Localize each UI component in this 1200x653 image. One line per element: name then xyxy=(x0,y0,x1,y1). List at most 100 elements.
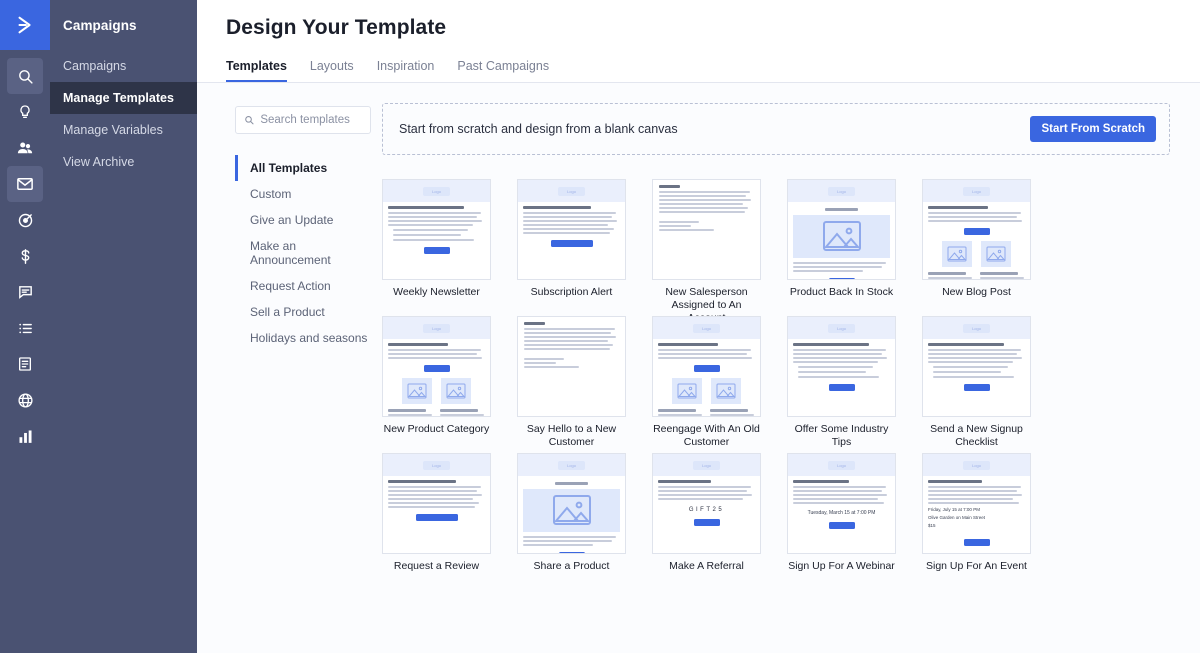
thumb-image-left xyxy=(672,378,702,404)
thumb-logo-block: Logo xyxy=(923,317,1030,339)
thumb-event-date: Friday, July 15 at 7:00 PM xyxy=(928,506,1025,513)
search-input[interactable] xyxy=(260,114,362,126)
templates-panel: Start from scratch and design from a bla… xyxy=(372,83,1200,653)
thumb-logo-label: Logo xyxy=(963,461,990,470)
search-icon xyxy=(244,114,254,126)
nav-item-campaigns[interactable]: Campaigns xyxy=(50,50,197,82)
template-thumbnail[interactable]: Logo xyxy=(787,179,896,280)
template-thumbnail[interactable] xyxy=(652,179,761,280)
template-card[interactable]: Say Hello to a New Customer xyxy=(517,316,626,453)
tab-inspiration[interactable]: Inspiration xyxy=(377,59,435,82)
template-thumbnail[interactable]: Logo xyxy=(787,316,896,417)
template-thumbnail[interactable]: Logo xyxy=(382,316,491,417)
category-list: All Templates Custom Give an Update Make… xyxy=(235,155,372,351)
thumb-logo-block: Logo xyxy=(518,180,625,202)
template-thumbnail[interactable] xyxy=(517,316,626,417)
template-card-label: Request a Review xyxy=(382,560,491,590)
thumb-logo-label: Logo xyxy=(423,324,450,333)
template-thumbnail[interactable]: Logo xyxy=(652,316,761,417)
thumb-image-left xyxy=(402,378,432,404)
template-card[interactable]: Logo Weekly Newsletter xyxy=(382,179,491,316)
thumb-logo-label: Logo xyxy=(828,461,855,470)
chevron-logo-icon xyxy=(14,14,36,36)
app-root: Campaigns Campaigns Manage Templates Man… xyxy=(0,0,1200,653)
category-sell-a-product[interactable]: Sell a Product xyxy=(235,299,372,325)
thumb-logo-block: Logo xyxy=(788,180,895,202)
thumb-cta-button xyxy=(551,240,593,247)
template-card[interactable]: Logo New Product Category xyxy=(382,316,491,453)
tab-bar: Templates Layouts Inspiration Past Campa… xyxy=(197,40,1200,83)
template-card-label: Product Back In Stock xyxy=(787,286,896,316)
template-thumbnail[interactable]: Logo xyxy=(922,179,1031,280)
template-thumbnail[interactable]: Logo Friday, July 15 at 7:00 PM Olive Ga… xyxy=(922,453,1031,554)
dollar-icon[interactable] xyxy=(7,238,43,274)
start-from-scratch-banner: Start from scratch and design from a bla… xyxy=(382,103,1170,155)
nav-item-manage-templates[interactable]: Manage Templates xyxy=(50,82,197,114)
thumb-logo-label: Logo xyxy=(693,324,720,333)
tab-templates[interactable]: Templates xyxy=(226,59,287,82)
tab-past-campaigns[interactable]: Past Campaigns xyxy=(457,59,549,82)
category-holidays-and-seasons[interactable]: Holidays and seasons xyxy=(235,325,372,351)
thumb-logo-block: Logo xyxy=(383,317,490,339)
category-give-an-update[interactable]: Give an Update xyxy=(235,207,372,233)
template-card[interactable]: Logo Tuesday, March 15 at 7:00 PM Sign U… xyxy=(787,453,896,590)
template-card[interactable]: Logo Share a Product xyxy=(517,453,626,590)
nav-item-view-archive[interactable]: View Archive xyxy=(50,146,197,178)
target-icon[interactable] xyxy=(7,202,43,238)
template-card[interactable]: New Salesperson Assigned to An Account xyxy=(652,179,761,316)
template-card-label: New Salesperson Assigned to An Account xyxy=(652,286,761,316)
globe-icon[interactable] xyxy=(7,382,43,418)
thumb-cta-button xyxy=(829,384,855,391)
page-header: Design Your Template xyxy=(197,0,1200,40)
thumb-event-location: Olive Garden on Main Street xyxy=(928,514,1025,521)
search-icon[interactable] xyxy=(7,58,43,94)
template-card[interactable]: Logo Offer Some Industry Tips xyxy=(787,316,896,453)
template-card-label: Make A Referral xyxy=(652,560,761,590)
document-icon[interactable] xyxy=(7,346,43,382)
thumb-cta-button xyxy=(964,539,990,546)
thumb-logo-label: Logo xyxy=(963,187,990,196)
template-thumbnail[interactable]: Logo xyxy=(517,453,626,554)
people-icon[interactable] xyxy=(7,130,43,166)
template-card[interactable]: Logo GIFT25 Make A Referral xyxy=(652,453,761,590)
thumb-logo-label: Logo xyxy=(423,461,450,470)
secondary-nav: Campaigns Campaigns Manage Templates Man… xyxy=(50,0,197,653)
template-thumbnail[interactable]: Logo xyxy=(922,316,1031,417)
category-make-an-announcement[interactable]: Make an Announcement xyxy=(235,233,372,273)
template-card[interactable]: Logo Subscription Alert xyxy=(517,179,626,316)
template-card[interactable]: Logo Friday, July 15 at 7:00 PM Olive Ga… xyxy=(922,453,1031,590)
start-from-scratch-button[interactable]: Start From Scratch xyxy=(1030,116,1156,142)
template-thumbnail[interactable]: Logo xyxy=(382,453,491,554)
nav-item-manage-variables[interactable]: Manage Variables xyxy=(50,114,197,146)
template-thumbnail[interactable]: Logo xyxy=(517,179,626,280)
template-thumbnail[interactable]: Logo GIFT25 xyxy=(652,453,761,554)
page-title: Design Your Template xyxy=(226,16,1200,40)
template-thumbnail[interactable]: Logo Tuesday, March 15 at 7:00 PM xyxy=(787,453,896,554)
chart-icon[interactable] xyxy=(7,418,43,454)
lightbulb-icon[interactable] xyxy=(7,94,43,130)
category-request-action[interactable]: Request Action xyxy=(235,273,372,299)
thumb-cta-button xyxy=(964,384,990,391)
thumb-image-right xyxy=(981,241,1011,267)
template-card[interactable]: Logo Send a New Signup Checklist xyxy=(922,316,1031,453)
template-card-label: Reengage With An Old Customer xyxy=(652,423,761,453)
category-custom[interactable]: Custom xyxy=(235,181,372,207)
thumb-logo-label: Logo xyxy=(828,187,855,196)
template-card[interactable]: Logo Reengage With An Old Customer xyxy=(652,316,761,453)
chat-icon[interactable] xyxy=(7,274,43,310)
envelope-icon[interactable] xyxy=(7,166,43,202)
tab-layouts[interactable]: Layouts xyxy=(310,59,354,82)
template-card[interactable]: Logo New Blog Post xyxy=(922,179,1031,316)
template-card[interactable]: Logo Product Back In Stock xyxy=(787,179,896,316)
template-card[interactable]: Logo Request a Review xyxy=(382,453,491,590)
template-thumbnail[interactable]: Logo xyxy=(382,179,491,280)
thumb-promo-code: GIFT25 xyxy=(658,507,755,513)
list-icon[interactable] xyxy=(7,310,43,346)
app-logo[interactable] xyxy=(0,0,50,50)
template-grid: Logo Weekly Newsletter Logo Subscription… xyxy=(382,179,1170,590)
category-all-templates[interactable]: All Templates xyxy=(235,155,372,181)
thumb-logo-label: Logo xyxy=(693,461,720,470)
thumb-cta-button xyxy=(559,552,585,555)
search-box[interactable] xyxy=(235,106,371,134)
template-card-label: Subscription Alert xyxy=(517,286,626,316)
